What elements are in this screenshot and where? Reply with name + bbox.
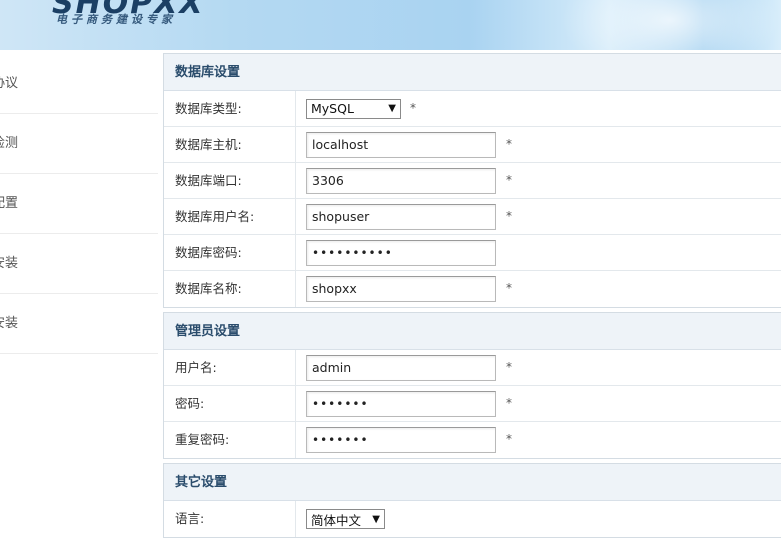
field-cell: 3306 * — [296, 163, 781, 198]
field-label: 重复密码: — [164, 422, 296, 458]
field-cell: 简体中文 ▼ — [296, 501, 781, 537]
field-label: 密码: — [164, 386, 296, 421]
header-banner: SHOPXX 电子商务建设专家 — [0, 0, 781, 50]
db-port-input[interactable]: 3306 — [306, 167, 496, 194]
sidebar-item-install[interactable]: 安装 — [0, 234, 158, 294]
main-form: 数据库设置 数据库类型: MySQL ▼ * 数据库主机: localhost … — [163, 53, 781, 540]
required-mark: * — [506, 209, 512, 223]
required-mark: * — [506, 432, 512, 446]
sidebar: 协议 检测 配置 安装 安装 — [0, 50, 158, 540]
field-cell: localhost * — [296, 127, 781, 162]
field-label: 数据库密码: — [164, 235, 296, 270]
chevron-down-icon: ▼ — [372, 513, 380, 525]
form-row-admin-username: 用户名: admin * — [164, 350, 781, 386]
select-value: 简体中文 — [311, 512, 362, 528]
field-cell: shopxx * — [296, 271, 781, 307]
sidebar-item-label: 安装 — [0, 256, 19, 271]
logo-tagline: 电子商务建设专家 — [56, 13, 176, 26]
form-row-db-user: 数据库用户名: shopuser * — [164, 199, 781, 235]
sidebar-item-config[interactable]: 配置 — [0, 174, 158, 234]
admin-password-repeat-input[interactable]: ••••••• — [306, 427, 496, 453]
field-cell: •••••••••• — [296, 235, 781, 270]
required-mark: * — [506, 173, 512, 187]
section-title: 其它设置 — [164, 464, 781, 501]
form-row-db-type: 数据库类型: MySQL ▼ * — [164, 91, 781, 127]
field-label: 数据库主机: — [164, 127, 296, 162]
sidebar-item-install-2[interactable]: 安装 — [0, 294, 158, 354]
admin-username-input[interactable]: admin — [306, 354, 496, 381]
admin-settings-section: 管理员设置 用户名: admin * 密码: ••••••• * 重复密码: •… — [163, 312, 781, 459]
db-password-input[interactable]: •••••••••• — [306, 239, 496, 266]
language-select[interactable]: 简体中文 ▼ — [306, 509, 385, 529]
section-title: 数据库设置 — [164, 54, 781, 91]
sidebar-item-label: 检测 — [0, 136, 19, 151]
sidebar-item-label: 安装 — [0, 316, 19, 331]
database-settings-section: 数据库设置 数据库类型: MySQL ▼ * 数据库主机: localhost … — [163, 53, 781, 308]
field-cell: admin * — [296, 350, 781, 385]
field-label: 数据库端口: — [164, 163, 296, 198]
form-row-db-name: 数据库名称: shopxx * — [164, 271, 781, 307]
db-host-input[interactable]: localhost — [306, 131, 496, 158]
required-mark: * — [506, 360, 512, 374]
field-cell: ••••••• * — [296, 422, 781, 458]
required-mark: * — [506, 137, 512, 151]
other-settings-section: 其它设置 语言: 简体中文 ▼ — [163, 463, 781, 538]
field-cell: ••••••• * — [296, 386, 781, 421]
field-label: 数据库名称: — [164, 271, 296, 307]
required-mark: * — [506, 396, 512, 410]
header-glow — [560, 0, 780, 50]
required-mark: * — [506, 281, 512, 295]
db-type-select[interactable]: MySQL ▼ — [306, 98, 401, 119]
field-label: 用户名: — [164, 350, 296, 385]
field-label: 语言: — [164, 501, 296, 537]
admin-password-input[interactable]: ••••••• — [306, 390, 496, 417]
field-label: 数据库类型: — [164, 91, 296, 126]
db-name-input[interactable]: shopxx — [306, 276, 496, 302]
form-row-db-host: 数据库主机: localhost * — [164, 127, 781, 163]
form-row-admin-password-repeat: 重复密码: ••••••• * — [164, 422, 781, 458]
sidebar-item-check[interactable]: 检测 — [0, 114, 158, 174]
form-row-db-password: 数据库密码: •••••••••• — [164, 235, 781, 271]
sidebar-item-label: 协议 — [0, 76, 19, 91]
sidebar-item-agreement[interactable]: 协议 — [0, 54, 158, 114]
required-mark: * — [410, 101, 416, 115]
form-row-admin-password: 密码: ••••••• * — [164, 386, 781, 422]
form-row-db-port: 数据库端口: 3306 * — [164, 163, 781, 199]
section-title: 管理员设置 — [164, 313, 781, 350]
field-cell: MySQL ▼ * — [296, 91, 781, 126]
chevron-down-icon: ▼ — [388, 103, 396, 114]
sidebar-item-label: 配置 — [0, 196, 19, 211]
select-value: MySQL — [311, 101, 354, 116]
db-username-input[interactable]: shopuser — [306, 203, 496, 230]
field-cell: shopuser * — [296, 199, 781, 234]
form-row-language: 语言: 简体中文 ▼ — [164, 501, 781, 537]
field-label: 数据库用户名: — [164, 199, 296, 234]
